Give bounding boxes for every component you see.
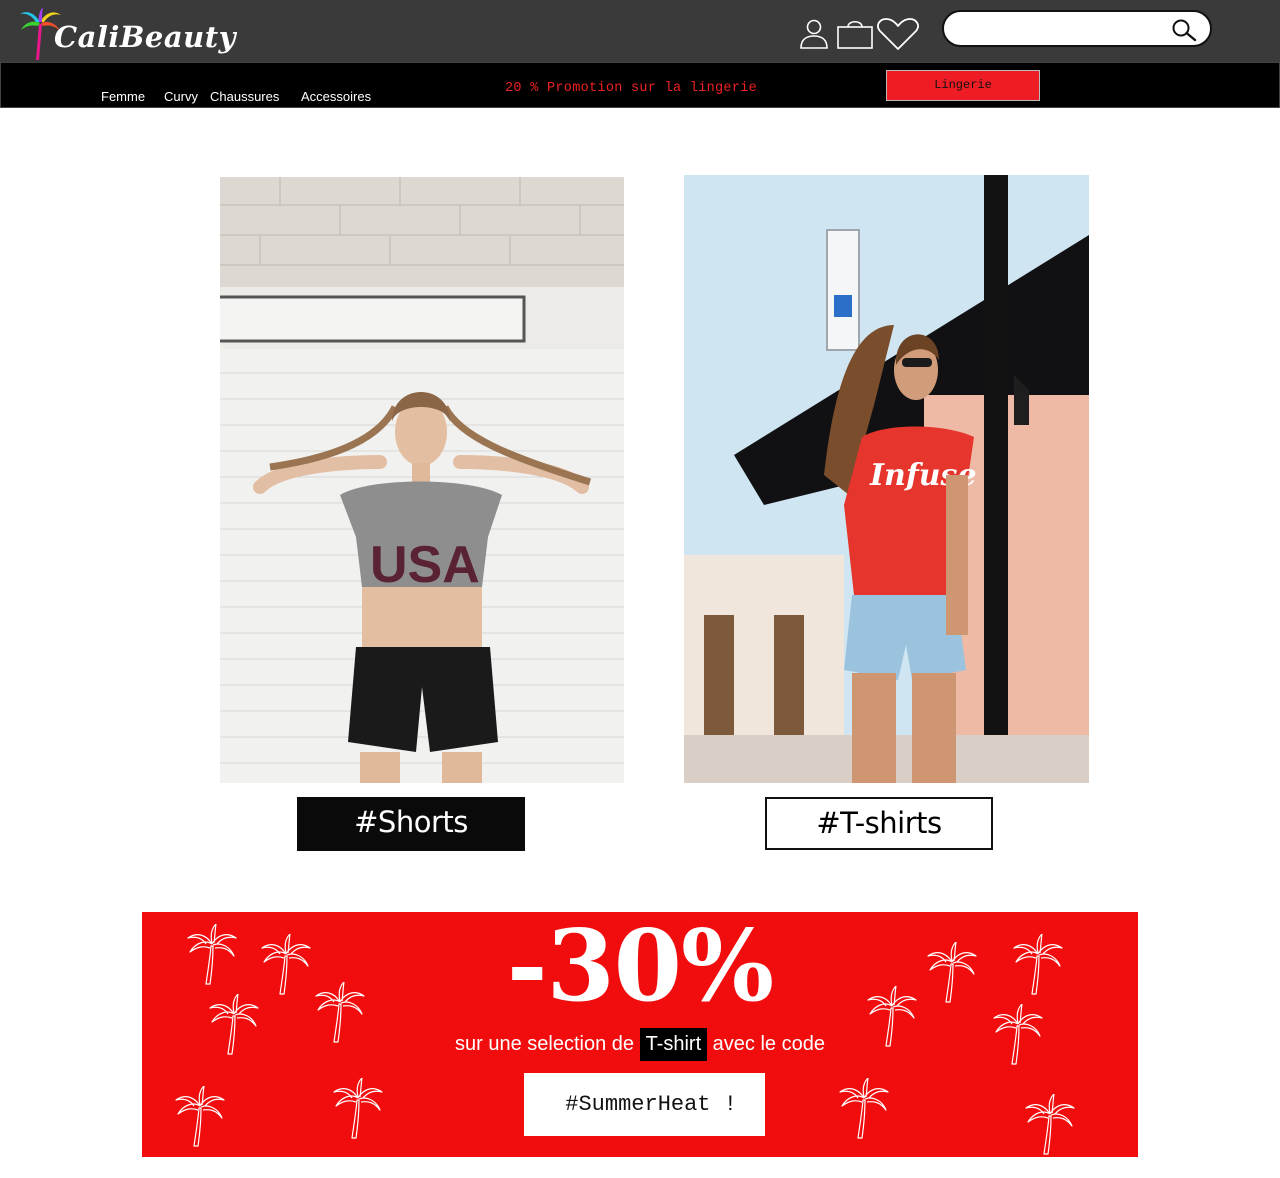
promo-text: 20 % Promotion sur la lingerie <box>505 81 758 96</box>
shorts-tag-button[interactable]: #Shorts <box>297 797 525 851</box>
search-box <box>942 10 1212 47</box>
shopping-bag-icon[interactable] <box>836 18 874 50</box>
nav-item-chaussures[interactable]: Chaussures <box>210 89 279 104</box>
heart-icon[interactable] <box>876 18 920 50</box>
svg-text:USA: USA <box>370 536 480 594</box>
tshirts-tag-button[interactable]: #T-shirts <box>765 797 993 850</box>
product-image-shorts[interactable]: USA <box>220 177 624 783</box>
nav-item-curvy[interactable]: Curvy <box>164 89 198 104</box>
discount-headline: -30% <box>506 912 774 1024</box>
search-input[interactable] <box>958 18 1158 40</box>
highlight-tshirt: T-shirt <box>639 1028 708 1061</box>
promo-text-after: avec le code <box>707 1033 825 1055</box>
user-icon[interactable] <box>798 18 830 50</box>
lingerie-button[interactable]: Lingerie <box>886 70 1040 101</box>
palm-tree-icon <box>836 1078 890 1140</box>
product-image-tshirts[interactable]: Infuse <box>684 175 1089 783</box>
palm-tree-icon <box>172 1086 226 1148</box>
main-nav: Femme Curvy Chaussures Accessoires 20 % … <box>0 62 1280 108</box>
palm-tree-icon <box>1022 1094 1076 1156</box>
nav-item-accessoires[interactable]: Accessoires <box>301 89 371 104</box>
brand-name: CaliBeauty <box>54 20 236 54</box>
promo-text-before: sur une selection de <box>455 1033 640 1055</box>
top-header: CaliBeauty <box>0 0 1280 62</box>
search-icon[interactable] <box>1170 18 1198 42</box>
palm-tree-icon <box>330 1078 384 1140</box>
promo-banner: -30% sur une selection de T-shirt avec l… <box>142 912 1138 1157</box>
promo-code-box[interactable]: #SummerHeat ! <box>524 1073 765 1136</box>
nav-item-femme[interactable]: Femme <box>101 89 145 104</box>
logo[interactable]: CaliBeauty <box>18 6 238 60</box>
promo-description: sur une selection de T-shirt avec le cod… <box>142 1028 1138 1061</box>
